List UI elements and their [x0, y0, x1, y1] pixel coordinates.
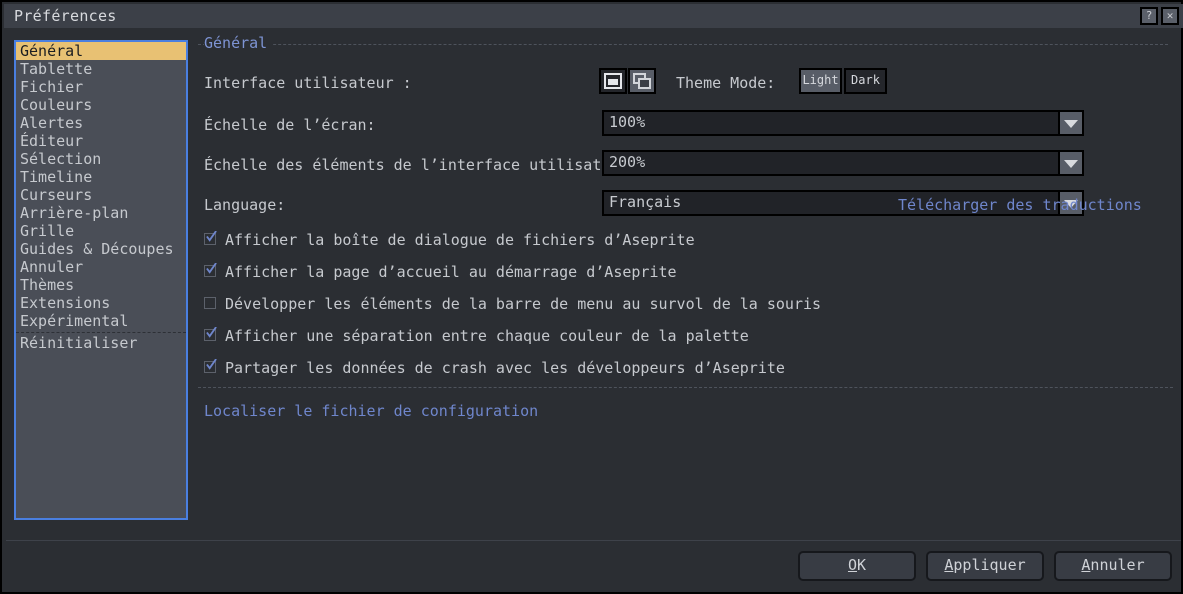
help-icon-glyph: ? — [1145, 9, 1153, 22]
sidebar-item-label: Fichier — [20, 78, 84, 96]
group-header-general: Général — [198, 34, 1173, 54]
theme-light-button[interactable]: Light — [799, 68, 842, 94]
sidebar-item-extensions[interactable]: Extensions — [16, 294, 186, 312]
footer-divider — [6, 540, 1181, 541]
ok-button-mnemonic: O — [847, 556, 857, 574]
single-window-icon[interactable] — [599, 68, 627, 94]
apply-button-label: ppliquer — [953, 556, 1026, 574]
preferences-section-list[interactable]: Général Tablette Fichier Couleurs Alerte… — [14, 40, 188, 520]
multiple-windows-icon[interactable] — [628, 68, 656, 94]
preferences-dialog: Préférences ? ✕ Général Tablette Fichier… — [0, 0, 1183, 594]
section-divider — [198, 387, 1173, 388]
sidebar-item-annuler[interactable]: Annuler — [16, 258, 186, 276]
ui-elements-scale-combo[interactable]: 200% — [602, 150, 1084, 176]
sidebar-item-label: Guides & Découpes — [20, 240, 174, 258]
sidebar-item-couleurs[interactable]: Couleurs — [16, 96, 186, 114]
cancel-button-label: nnuler — [1090, 556, 1145, 574]
checkbox-label: Développer les éléments de la barre de m… — [225, 295, 822, 313]
sidebar-item-label: Couleurs — [20, 96, 93, 114]
chevron-down-glyph — [1064, 160, 1078, 168]
sidebar-item-label: Expérimental — [20, 312, 129, 330]
chevron-down-icon[interactable] — [1058, 110, 1084, 136]
sidebar-item-label: Arrière-plan — [20, 204, 129, 222]
screen-scale-label: Échelle de l’écran: — [204, 116, 376, 134]
checkbox-box[interactable] — [204, 359, 217, 373]
help-icon[interactable]: ? — [1140, 7, 1158, 25]
sidebar-item-curseurs[interactable]: Curseurs — [16, 186, 186, 204]
close-icon[interactable]: ✕ — [1161, 7, 1179, 25]
sidebar-divider — [16, 332, 186, 333]
sidebar-item-label: Général — [20, 42, 84, 60]
checkmark-icon — [206, 263, 217, 274]
ok-button-label: K — [857, 556, 867, 574]
ui-elements-scale-label: Échelle des éléments de l’interface util… — [204, 156, 638, 174]
ui-elements-scale-value[interactable]: 200% — [602, 150, 1084, 176]
checkmark-icon — [206, 327, 217, 338]
sidebar-item-label: Alertes — [20, 114, 84, 132]
sidebar-item-label: Timeline — [20, 168, 93, 186]
checkbox-box[interactable] — [204, 327, 217, 341]
sidebar-item-label: Annuler — [20, 258, 84, 276]
sidebar-item-arriere-plan[interactable]: Arrière-plan — [16, 204, 186, 222]
sidebar-item-reinitialiser[interactable]: Réinitialiser — [16, 334, 186, 352]
checkmark-icon — [206, 359, 217, 370]
sidebar-item-label: Thèmes — [20, 276, 75, 294]
checkbox-box[interactable] — [204, 297, 216, 309]
close-icon-glyph: ✕ — [1166, 9, 1174, 22]
ui-mode-label: Interface utilisateur : — [204, 74, 412, 92]
sidebar-item-label: Grille — [20, 222, 75, 240]
sidebar-item-timeline[interactable]: Timeline — [16, 168, 186, 186]
apply-button[interactable]: Appliquer — [926, 551, 1044, 581]
title-bar: Préférences ? ✕ — [4, 4, 1183, 28]
ok-button[interactable]: OK — [798, 551, 916, 581]
locate-config-file-link[interactable]: Localiser le fichier de configuration — [204, 402, 538, 420]
window-title: Préférences — [14, 7, 117, 25]
language-label: Language: — [204, 196, 286, 214]
cancel-button[interactable]: Annuler — [1054, 551, 1172, 581]
sidebar-item-editeur[interactable]: Éditeur — [16, 132, 186, 150]
checkbox-label: Partager les données de crash avec les d… — [225, 359, 785, 377]
sidebar-item-selection[interactable]: Sélection — [16, 150, 186, 168]
theme-mode-label: Theme Mode: — [676, 74, 776, 92]
sidebar-item-label: Sélection — [20, 150, 102, 168]
sidebar-item-fichier[interactable]: Fichier — [16, 78, 186, 96]
checkbox-box[interactable] — [204, 263, 217, 277]
chevron-down-glyph — [1064, 120, 1078, 128]
sidebar-item-label: Curseurs — [20, 186, 93, 204]
sidebar-item-grille[interactable]: Grille — [16, 222, 186, 240]
checkbox-label: Afficher la boîte de dialogue de fichier… — [225, 231, 695, 249]
download-translations-link[interactable]: Télécharger des traductions — [898, 196, 1142, 214]
group-header-label: Général — [204, 34, 273, 52]
group-header-rule — [198, 44, 1168, 45]
sidebar-item-experimental[interactable]: Expérimental — [16, 312, 186, 330]
screen-scale-combo[interactable]: 100% — [602, 110, 1084, 136]
screen-scale-value[interactable]: 100% — [602, 110, 1084, 136]
checkbox-label: Afficher une séparation entre chaque cou… — [225, 327, 749, 345]
sidebar-item-general[interactable]: Général — [16, 42, 186, 60]
sidebar-item-label: Éditeur — [20, 132, 84, 150]
checkbox-box[interactable] — [204, 231, 217, 245]
sidebar-item-tablette[interactable]: Tablette — [16, 60, 186, 78]
sidebar-item-alertes[interactable]: Alertes — [16, 114, 186, 132]
sidebar-item-themes[interactable]: Thèmes — [16, 276, 186, 294]
general-settings-panel: Général Interface utilisateur : Theme Mo… — [198, 34, 1173, 534]
theme-dark-button[interactable]: Dark — [844, 68, 887, 94]
checkmark-icon — [206, 231, 217, 242]
sidebar-item-guides-decoupes[interactable]: Guides & Découpes — [16, 240, 186, 258]
chevron-down-icon[interactable] — [1058, 150, 1084, 176]
checkbox-label: Afficher la page d’accueil au démarrage … — [225, 263, 677, 281]
sidebar-item-label: Réinitialiser — [20, 334, 138, 352]
sidebar-item-label: Tablette — [20, 60, 93, 78]
sidebar-item-label: Extensions — [20, 294, 111, 312]
